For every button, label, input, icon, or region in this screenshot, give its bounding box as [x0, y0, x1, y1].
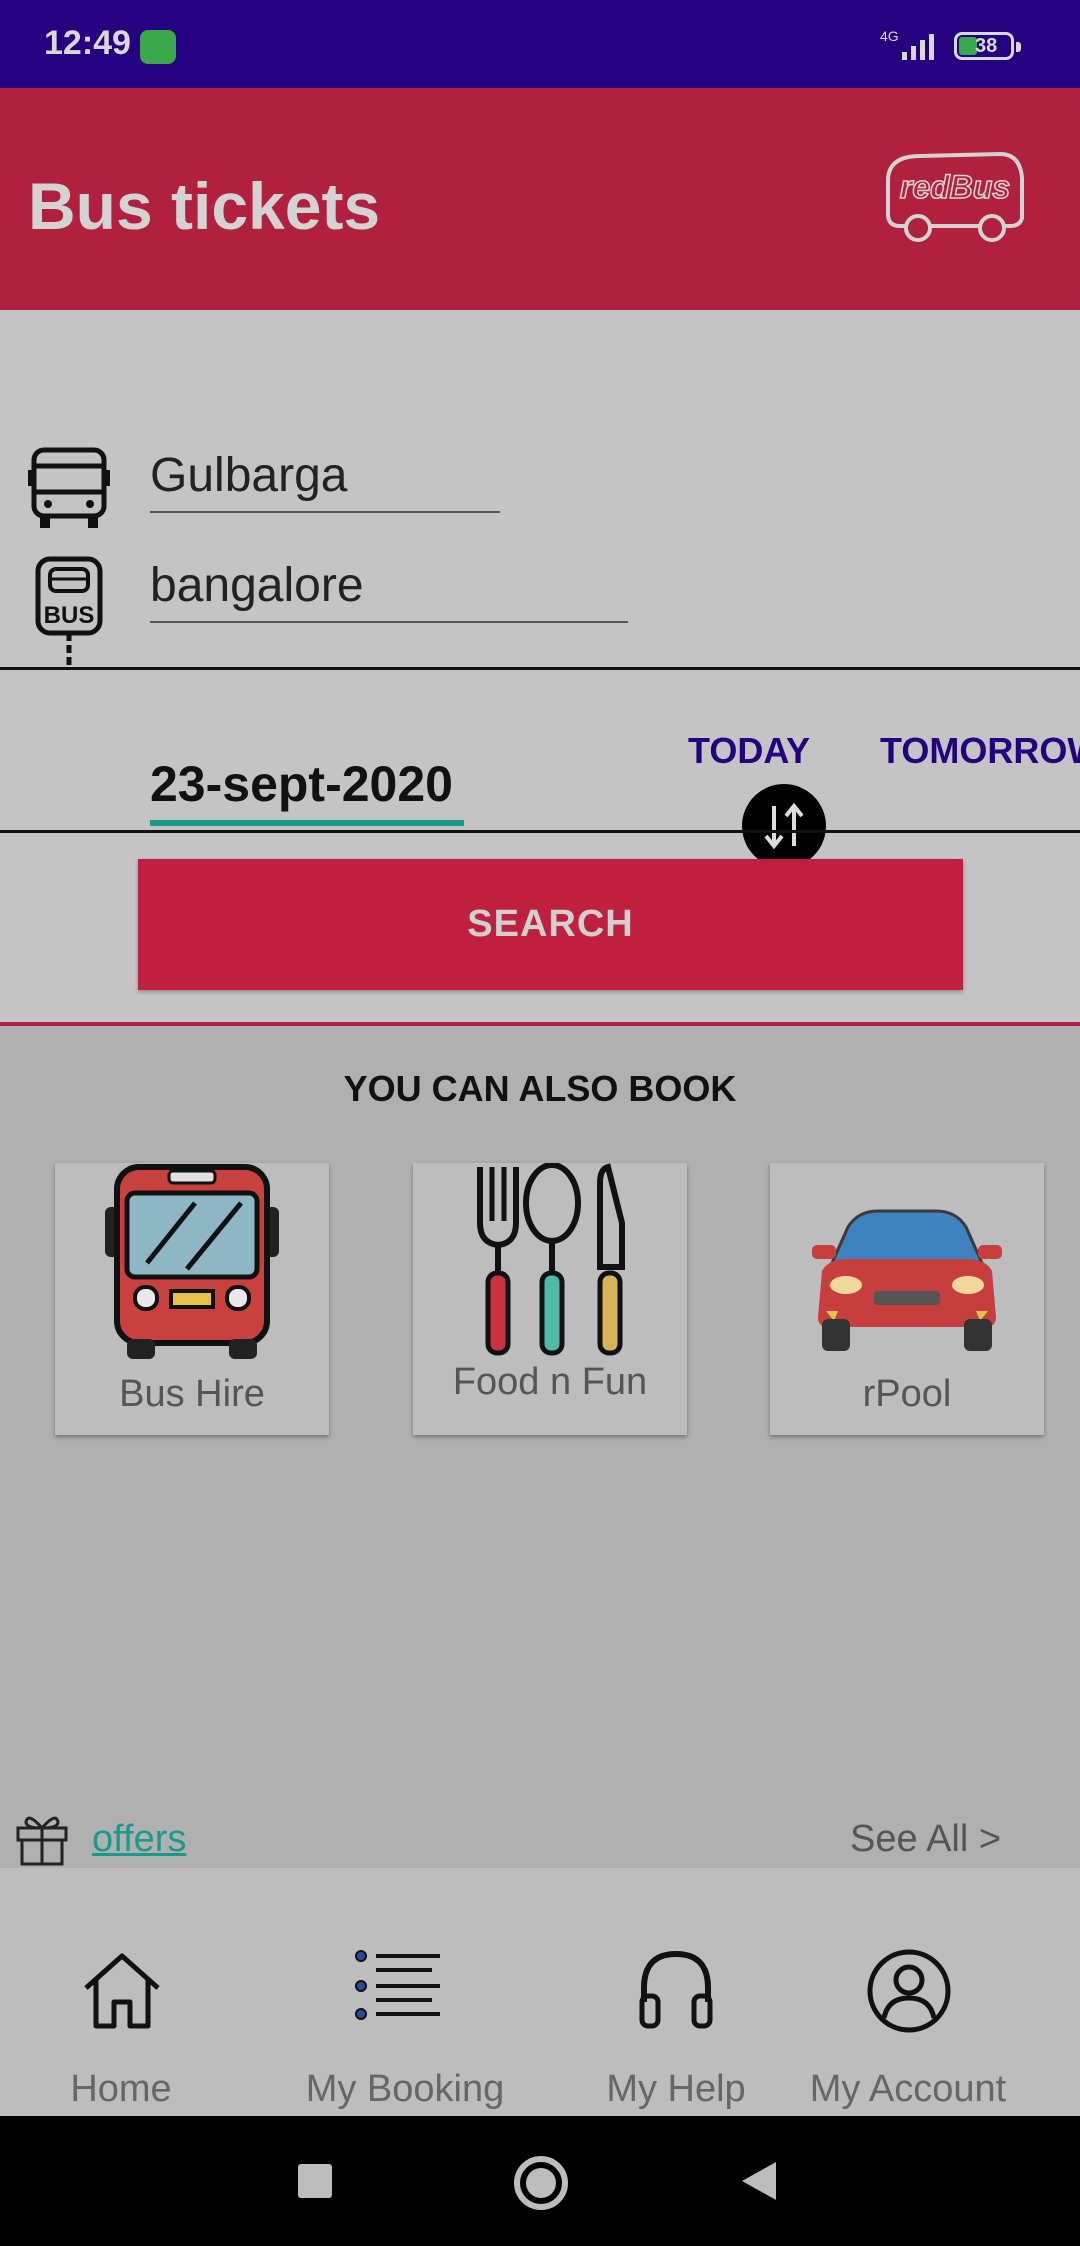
nav-label: Home — [70, 2068, 172, 2110]
nav-my-booking[interactable]: My Booking — [290, 1868, 520, 2116]
logo-text: redBus — [900, 169, 1010, 205]
app-header: Bus tickets redBus — [0, 88, 1080, 310]
offers-row: offers See All > — [0, 1800, 1080, 1870]
nav-label: My Booking — [305, 2068, 505, 2110]
nav-label: My Help — [606, 2068, 746, 2110]
home-button[interactable] — [514, 2156, 568, 2210]
back-button[interactable] — [740, 2160, 778, 2202]
divider — [0, 830, 1080, 833]
page-title: Bus tickets — [28, 169, 381, 243]
today-button[interactable]: TODAY — [688, 730, 810, 772]
from-field[interactable]: Gulbarga — [150, 448, 500, 513]
status-bar: 12:49 4G 38 — [0, 0, 1080, 88]
to-field[interactable]: bangalore — [150, 558, 628, 623]
recents-button[interactable] — [298, 2164, 332, 2198]
also-book-title: YOU CAN ALSO BOOK — [343, 1068, 737, 1109]
search-card: Gulbarga BUS bangalore TODAY TOMORROW 23… — [0, 310, 1080, 1026]
system-navigation-bar — [0, 2116, 1080, 2246]
tile-label: Bus Hire — [119, 1373, 265, 1415]
nav-my-account[interactable]: My Account — [800, 1868, 1016, 2116]
bottom-navigation: Home My Booking My Help My Account — [0, 1868, 1080, 2116]
redbus-logo-icon: redBus — [886, 151, 1024, 242]
nav-my-help[interactable]: My Help — [590, 1868, 762, 2116]
home-icon — [84, 1953, 160, 2029]
headset-icon — [639, 1950, 713, 2029]
svg-text:BUS: BUS — [44, 602, 95, 629]
rpool-tile[interactable]: rPool — [770, 1163, 1044, 1435]
nav-label: My Account — [809, 2068, 1007, 2110]
network-type: 4G — [880, 28, 899, 44]
food-n-fun-tile[interactable]: Food n Fun — [413, 1163, 687, 1435]
gift-icon — [16, 1816, 68, 1866]
status-time: 12:49 — [44, 24, 131, 62]
list-icon — [355, 1950, 440, 2020]
battery-icon: 38 — [954, 32, 1021, 60]
bus-hire-tile[interactable]: Bus Hire — [55, 1163, 329, 1435]
from-input-value[interactable]: Gulbarga — [150, 449, 347, 502]
account-icon — [867, 1949, 951, 2033]
app-notification-icon — [140, 30, 176, 64]
to-input-value[interactable]: bangalore — [150, 559, 364, 612]
tomorrow-button[interactable]: TOMORROW — [880, 730, 1080, 772]
see-all-link[interactable]: See All > — [850, 1818, 1001, 1861]
search-button[interactable]: SEARCH — [138, 859, 963, 990]
bus-hire-icon — [105, 1164, 279, 1359]
bus-front-icon — [28, 447, 110, 528]
car-icon — [812, 1209, 1002, 1351]
swap-button[interactable] — [742, 784, 826, 868]
signal-icon — [902, 34, 934, 60]
journey-date[interactable]: 23-sept-2020 — [150, 755, 453, 813]
date-underline — [150, 820, 464, 826]
divider — [0, 667, 1080, 670]
bus-stop-icon: BUS — [35, 556, 103, 665]
offers-link[interactable]: offers — [92, 1818, 186, 1861]
tile-label: rPool — [862, 1373, 952, 1415]
cutlery-icon — [477, 1163, 625, 1356]
battery-level: 38 — [975, 35, 998, 57]
tile-label: Food n Fun — [452, 1361, 648, 1403]
swap-arrows-icon — [764, 802, 804, 850]
nav-home[interactable]: Home — [40, 1868, 202, 2116]
